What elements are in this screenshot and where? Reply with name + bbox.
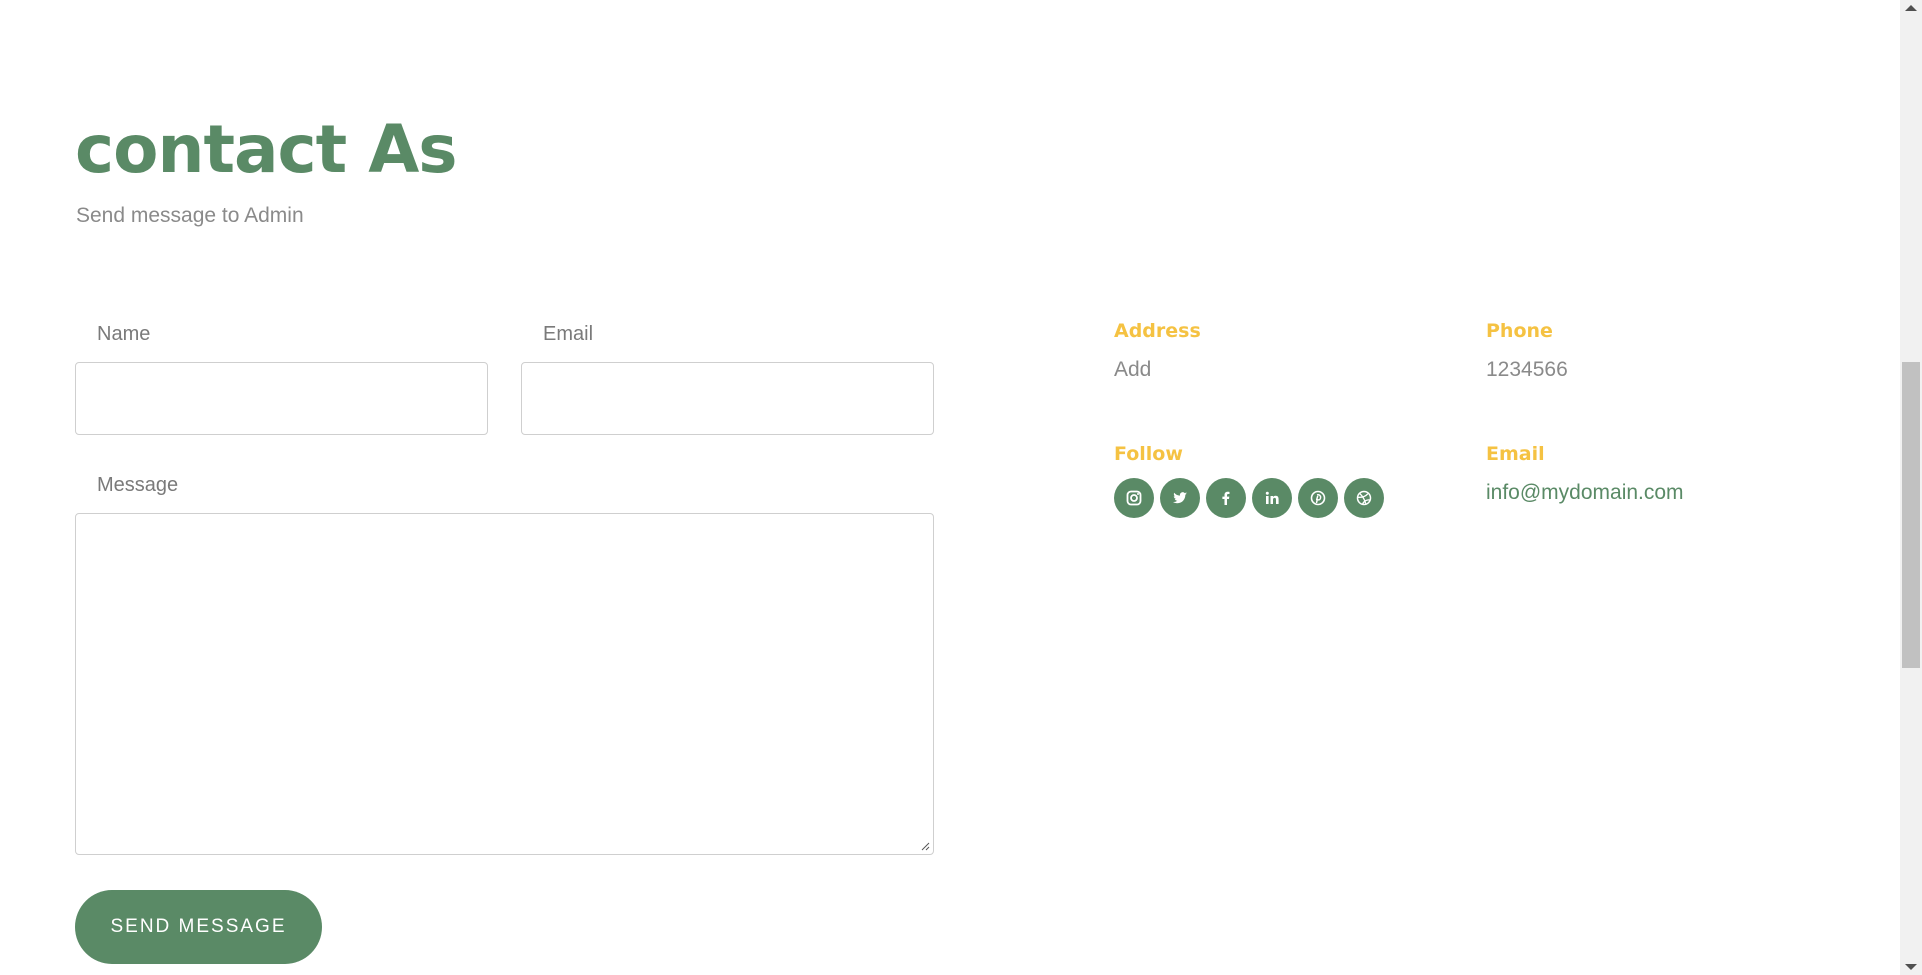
dribbble-icon — [1356, 490, 1372, 506]
email-heading: Email — [1486, 443, 1545, 465]
linkedin-icon — [1265, 491, 1279, 504]
address-value: Add — [1114, 358, 1152, 381]
name-field[interactable] — [75, 362, 488, 435]
twitter-link[interactable] — [1160, 478, 1200, 518]
address-heading: Address — [1114, 320, 1201, 342]
send-message-button[interactable]: SEND MESSAGE — [75, 890, 322, 964]
instagram-icon — [1126, 490, 1142, 506]
scrollbar-thumb[interactable] — [1902, 362, 1920, 668]
scroll-down-arrow-icon[interactable] — [1905, 964, 1917, 970]
email-link[interactable]: info@mydomain.com — [1486, 481, 1684, 505]
page-subtitle: Send message to Admin — [76, 204, 304, 227]
email-label: Email — [543, 323, 594, 345]
instagram-link[interactable] — [1114, 478, 1154, 518]
linkedin-link[interactable] — [1252, 478, 1292, 518]
facebook-link[interactable] — [1206, 478, 1246, 518]
message-label: Message — [97, 474, 179, 496]
twitter-icon — [1173, 492, 1187, 504]
pinterest-link[interactable] — [1298, 478, 1338, 518]
dribbble-link[interactable] — [1344, 478, 1384, 518]
message-textarea[interactable] — [75, 513, 934, 855]
vertical-scrollbar[interactable] — [1900, 0, 1922, 975]
name-label: Name — [97, 323, 151, 345]
follow-heading: Follow — [1114, 443, 1183, 465]
phone-value: 1234566 — [1486, 358, 1568, 381]
scroll-up-arrow-icon[interactable] — [1905, 5, 1917, 11]
page-title: contact As — [75, 111, 458, 188]
facebook-icon — [1222, 491, 1230, 505]
pinterest-icon — [1310, 490, 1326, 506]
phone-heading: Phone — [1486, 320, 1553, 342]
resize-grip-icon[interactable] — [920, 841, 930, 851]
contact-page: contact As Send message to Admin Name Em… — [0, 0, 1900, 975]
social-links — [1114, 478, 1384, 518]
email-field[interactable] — [521, 362, 934, 435]
